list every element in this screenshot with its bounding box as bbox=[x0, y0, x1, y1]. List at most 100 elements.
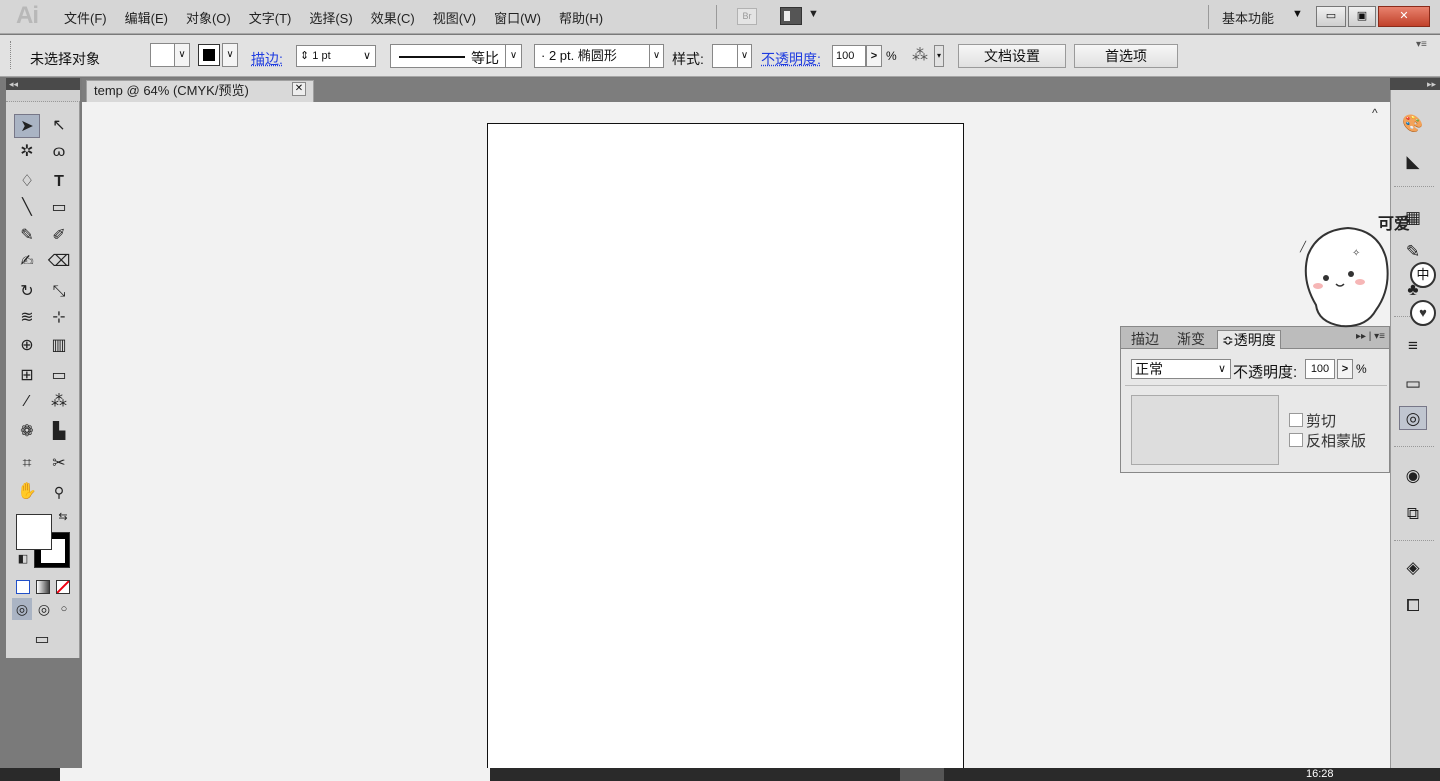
blend-mode-select[interactable]: 正常 ∨ bbox=[1131, 359, 1231, 379]
layers-panel-icon[interactable]: ◈ bbox=[1399, 556, 1427, 580]
magic-wand-tool-icon[interactable]: ✲ bbox=[14, 140, 40, 164]
draw-normal-icon[interactable]: ◎ bbox=[12, 598, 32, 620]
chevron-down-icon[interactable]: ∨ bbox=[737, 45, 751, 67]
hand-tool-icon[interactable]: ✋ bbox=[14, 480, 40, 504]
chevron-down-icon[interactable]: ▾ bbox=[934, 45, 944, 67]
menu-view[interactable]: 视图(V) bbox=[433, 8, 476, 27]
panel-opacity-slider-button[interactable]: > bbox=[1337, 359, 1353, 379]
artboards-panel-icon[interactable]: ⧠ bbox=[1399, 594, 1427, 618]
arrange-documents-icon[interactable] bbox=[780, 7, 802, 25]
menu-object[interactable]: 对象(O) bbox=[186, 8, 231, 27]
chevron-down-icon[interactable]: ∨ bbox=[649, 45, 663, 67]
tools-panel-header[interactable]: ◂◂ bbox=[6, 78, 80, 90]
panel-menu-icon[interactable]: ▾≡ bbox=[1416, 39, 1427, 50]
shape-builder-tool-icon[interactable]: ⊕ bbox=[14, 334, 40, 358]
fill-swatch[interactable] bbox=[150, 43, 176, 67]
swap-colors-icon[interactable]: ⇆ bbox=[54, 508, 72, 526]
recolor-artwork-icon[interactable]: ⁂ bbox=[912, 45, 934, 67]
chevron-down-icon[interactable]: ∨ bbox=[505, 45, 521, 67]
close-button[interactable]: ✕ bbox=[1378, 6, 1430, 27]
draw-inside-icon[interactable]: ○ bbox=[56, 598, 72, 620]
rotate-tool-icon[interactable]: ↻ bbox=[14, 280, 40, 304]
menu-help[interactable]: 帮助(H) bbox=[559, 8, 603, 27]
warp-tool-icon[interactable]: ≋ bbox=[14, 306, 40, 330]
paintbrush-tool-icon[interactable]: ✎ bbox=[14, 224, 40, 248]
panel-opacity-input[interactable]: 100 bbox=[1305, 359, 1335, 379]
graphic-styles-icon[interactable]: ⧉ bbox=[1399, 502, 1427, 526]
fill-color-box[interactable] bbox=[16, 514, 52, 550]
type-tool-icon[interactable]: T bbox=[46, 170, 72, 194]
line-tool-icon[interactable]: ╲ bbox=[14, 196, 40, 220]
menu-select[interactable]: 选择(S) bbox=[309, 8, 352, 27]
eyedropper-tool-icon[interactable]: ⁄ bbox=[14, 390, 40, 414]
tab-gradient[interactable]: 渐变 bbox=[1173, 330, 1209, 349]
artboard-tool-icon[interactable]: ⌗ bbox=[14, 452, 40, 476]
chevron-down-icon[interactable]: ∨ bbox=[174, 43, 190, 67]
screen-mode-icon[interactable]: ▭ bbox=[26, 628, 58, 652]
clip-checkbox[interactable] bbox=[1289, 413, 1303, 427]
appearance-panel-icon[interactable]: ◉ bbox=[1399, 464, 1427, 488]
pen-tool-icon[interactable]: ♢ bbox=[14, 170, 40, 194]
default-colors-icon[interactable]: ◧ bbox=[14, 550, 32, 568]
gradient-tool-icon[interactable]: ▭ bbox=[46, 364, 72, 388]
chevron-down-icon[interactable]: ∨ bbox=[222, 43, 238, 67]
slice-tool-icon[interactable]: ✂ bbox=[46, 452, 72, 476]
pencil-tool-icon[interactable]: ✐ bbox=[46, 224, 72, 248]
symbol-sprayer-tool-icon[interactable]: ❁ bbox=[14, 420, 40, 444]
preferences-button[interactable]: 首选项 bbox=[1074, 44, 1178, 68]
color-guide-icon[interactable]: ◣ bbox=[1399, 150, 1427, 174]
chevron-down-icon[interactable]: ∨ bbox=[1214, 360, 1230, 378]
draw-behind-icon[interactable]: ◎ bbox=[34, 598, 54, 620]
minimize-button[interactable]: ▭ bbox=[1316, 6, 1346, 27]
invert-mask-checkbox[interactable] bbox=[1289, 433, 1303, 447]
variable-width-profile[interactable]: 等比 ∨ bbox=[390, 44, 522, 68]
tab-stroke[interactable]: 描边 bbox=[1127, 330, 1163, 349]
taskbar-search[interactable] bbox=[60, 768, 490, 781]
menu-file[interactable]: 文件(F) bbox=[64, 8, 107, 27]
bridge-icon[interactable]: Br bbox=[737, 8, 757, 25]
object-thumbnail[interactable] bbox=[1131, 395, 1279, 465]
right-dock-header[interactable]: ▸▸ bbox=[1390, 78, 1440, 90]
menu-type[interactable]: 文字(T) bbox=[249, 8, 292, 27]
scroll-up-icon[interactable]: ^ bbox=[1372, 106, 1378, 120]
gradient-mode-icon[interactable] bbox=[36, 580, 50, 594]
chevron-down-icon[interactable]: ▼ bbox=[1292, 8, 1303, 20]
tab-transparency[interactable]: ≎透明度 bbox=[1217, 330, 1281, 349]
gradient-panel-icon[interactable]: ▭ bbox=[1399, 372, 1427, 396]
transparency-panel-icon[interactable]: ◎ bbox=[1399, 406, 1427, 430]
stroke-weight-input[interactable]: ⇕ 1 pt ∨ bbox=[296, 45, 376, 67]
perspective-grid-tool-icon[interactable]: ▥ bbox=[46, 334, 72, 358]
style-swatch[interactable]: ∨ bbox=[712, 44, 752, 68]
stroke-panel-icon[interactable]: ≡ bbox=[1399, 334, 1427, 358]
brush-definition[interactable]: · 2 pt. 椭圆形 ∨ bbox=[534, 44, 664, 68]
menu-edit[interactable]: 编辑(E) bbox=[125, 8, 168, 27]
ime-chinese-badge[interactable]: 中 bbox=[1410, 262, 1436, 288]
mesh-tool-icon[interactable]: ⊞ bbox=[14, 364, 40, 388]
menu-window[interactable]: 窗口(W) bbox=[494, 8, 541, 27]
zoom-tool-icon[interactable]: ⚲ bbox=[46, 480, 72, 504]
close-icon[interactable]: ✕ bbox=[292, 82, 306, 96]
eraser-tool-icon[interactable]: ⌫ bbox=[46, 250, 72, 274]
stroke-swatch[interactable] bbox=[198, 44, 220, 66]
maximize-button[interactable]: ▣ bbox=[1348, 6, 1376, 27]
direct-selection-tool-icon[interactable]: ↖ bbox=[46, 114, 72, 138]
rectangle-tool-icon[interactable]: ▭ bbox=[46, 196, 72, 220]
none-mode-icon[interactable] bbox=[56, 580, 70, 594]
blob-brush-tool-icon[interactable]: ✍ bbox=[14, 250, 40, 274]
panel-grip[interactable] bbox=[10, 41, 12, 69]
document-setup-button[interactable]: 文档设置 bbox=[958, 44, 1066, 68]
free-transform-tool-icon[interactable]: ⊹ bbox=[46, 306, 72, 330]
workspace-switcher[interactable]: 基本功能 bbox=[1222, 8, 1274, 27]
lasso-tool-icon[interactable]: ɷ bbox=[46, 140, 72, 164]
color-panel-icon[interactable]: 🎨 bbox=[1399, 112, 1427, 136]
tools-panel-grip[interactable] bbox=[6, 90, 80, 102]
menu-effect[interactable]: 效果(C) bbox=[371, 8, 415, 27]
taskbar-app[interactable] bbox=[900, 768, 944, 781]
stroke-link[interactable]: 描边: bbox=[251, 49, 283, 69]
color-mode-icon[interactable] bbox=[16, 580, 30, 594]
opacity-slider-button[interactable]: > bbox=[866, 45, 882, 67]
brushes-panel-icon[interactable]: ✎ bbox=[1399, 240, 1427, 264]
selection-tool-icon[interactable]: ➤ bbox=[14, 114, 40, 138]
scale-tool-icon[interactable]: ⤡ bbox=[46, 280, 72, 304]
document-tab[interactable]: temp @ 64% (CMYK/预览) bbox=[86, 80, 314, 102]
